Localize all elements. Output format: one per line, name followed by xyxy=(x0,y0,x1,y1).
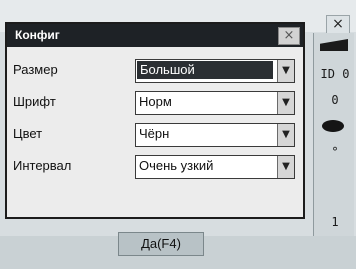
size-row: Размер Большой ▼ xyxy=(7,59,303,84)
prism-icon xyxy=(322,120,344,132)
chevron-down-icon[interactable]: ▼ xyxy=(277,92,294,114)
dialog-close-button[interactable]: × xyxy=(278,27,300,45)
spacing-label: Интервал xyxy=(13,158,72,173)
color-row: Цвет Чёрн ▼ xyxy=(7,123,303,148)
size-label: Размер xyxy=(13,62,58,77)
font-row: Шрифт Норм ▼ xyxy=(7,91,303,116)
config-dialog: Конфиг × Размер Большой ▼ Шрифт Норм ▼ Ц… xyxy=(5,22,305,219)
spacing-select[interactable]: Очень узкий ▼ xyxy=(135,155,295,179)
screen: × ID 0 0 ° 1 Конфиг × Размер Большой ▼ Ш… xyxy=(0,0,356,269)
outer-close-button[interactable]: × xyxy=(326,15,350,34)
status-panel: ID 0 0 ° 1 xyxy=(313,33,354,254)
color-select[interactable]: Чёрн ▼ xyxy=(135,123,295,147)
page-indicator: 1 xyxy=(331,215,339,229)
font-label: Шрифт xyxy=(13,94,56,109)
dialog-titlebar: Конфиг × xyxy=(7,24,303,47)
chevron-down-icon[interactable]: ▼ xyxy=(277,60,294,82)
size-value: Большой xyxy=(137,61,273,79)
color-label: Цвет xyxy=(13,126,43,141)
signal-bar-icon xyxy=(320,39,348,51)
status-id-label: ID 0 xyxy=(320,67,350,81)
ok-button[interactable]: Да(F4) xyxy=(118,232,204,256)
status-target-icon: 0 xyxy=(331,93,339,107)
spacing-value: Очень узкий xyxy=(139,158,214,173)
tilt-icon: ° xyxy=(331,145,339,159)
color-value: Чёрн xyxy=(139,126,170,141)
chevron-down-icon[interactable]: ▼ xyxy=(277,156,294,178)
dialog-title: Конфиг xyxy=(15,28,60,42)
chevron-down-icon[interactable]: ▼ xyxy=(277,124,294,146)
font-value: Норм xyxy=(139,94,172,109)
font-select[interactable]: Норм ▼ xyxy=(135,91,295,115)
size-select[interactable]: Большой ▼ xyxy=(135,59,295,83)
spacing-row: Интервал Очень узкий ▼ xyxy=(7,155,303,180)
